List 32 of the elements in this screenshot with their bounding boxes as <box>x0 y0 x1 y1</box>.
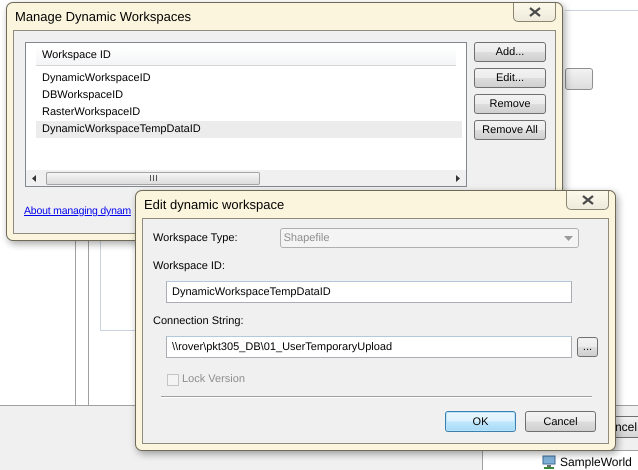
scroll-right-icon[interactable] <box>456 174 460 182</box>
ok-button[interactable]: OK <box>445 411 516 432</box>
list-view[interactable]: Workspace ID DynamicWorkspaceID DBWorkspaceID RasterWorkspaceID DynamicWorkspaceTempDataID <box>25 42 467 187</box>
list-item[interactable]: DynamicWorkspaceID <box>36 70 462 87</box>
workspace-id-field[interactable]: DynamicWorkspaceTempDataID <box>166 281 572 303</box>
list-item[interactable]: RasterWorkspaceID <box>36 104 462 121</box>
scroll-left-icon[interactable] <box>32 174 36 182</box>
window-title: Edit dynamic workspace <box>143 197 284 212</box>
scrollbar-thumb[interactable] <box>46 172 260 184</box>
grip-icon <box>150 175 156 181</box>
list-item[interactable]: DynamicWorkspaceTempDataID <box>36 121 462 138</box>
browse-button[interactable]: ... <box>577 337 598 357</box>
window-title: Manage Dynamic Workspaces <box>14 9 192 24</box>
field-label: Workspace Type: <box>153 230 238 246</box>
connection-string-field[interactable]: \\rover\pkt305_DB\01_UserTemporaryUpload <box>166 336 572 358</box>
field-label: Workspace ID: <box>153 259 226 274</box>
add-button[interactable]: Add... <box>474 42 546 62</box>
edit-button[interactable]: Edit... <box>474 68 546 88</box>
close-icon <box>582 195 594 205</box>
remove-button[interactable]: Remove <box>474 94 546 114</box>
close-button[interactable] <box>513 3 556 22</box>
checkbox-label: Lock Version <box>182 372 245 387</box>
cancel-button[interactable]: Cancel <box>525 411 596 432</box>
help-link[interactable]: About managing dynam <box>24 205 131 217</box>
background-button[interactable] <box>565 68 593 90</box>
list-item[interactable]: DBWorkspaceID <box>36 87 462 104</box>
dropdown-arrow-icon <box>564 236 573 240</box>
close-button[interactable] <box>566 191 609 210</box>
close-icon <box>528 7 540 17</box>
computer-icon <box>542 455 556 469</box>
remove-all-button[interactable]: Remove All <box>474 120 546 140</box>
field-label: Connection String: <box>153 314 244 329</box>
